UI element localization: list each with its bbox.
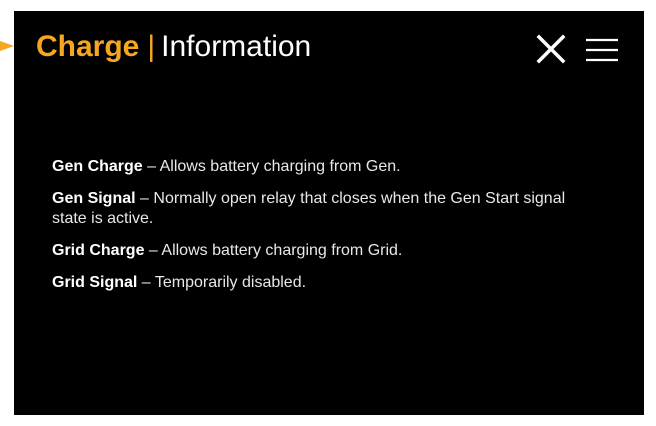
page-title: Charge | Information bbox=[36, 27, 311, 67]
definition-term: Gen Charge bbox=[52, 158, 143, 175]
title-accent: Charge bbox=[36, 30, 140, 63]
definition-description: Allows battery charging from Grid. bbox=[161, 242, 403, 259]
definition-item: Gen Signal – Normally open relay that cl… bbox=[52, 189, 572, 229]
information-panel: Charge | Information Gen Charge – Allows b… bbox=[14, 11, 644, 415]
title-rest: Information bbox=[161, 30, 312, 63]
definition-term: Grid Signal bbox=[52, 274, 138, 291]
title-separator: | bbox=[147, 30, 156, 63]
definition-dash: – bbox=[147, 158, 157, 175]
definition-item: Gen Charge – Allows battery charging fro… bbox=[52, 157, 572, 177]
hamburger-menu-icon bbox=[586, 38, 618, 62]
close-icon bbox=[536, 34, 566, 64]
definition-term: Grid Charge bbox=[52, 242, 145, 259]
definition-dash: – bbox=[148, 242, 158, 259]
menu-button[interactable] bbox=[584, 35, 620, 65]
definitions-list: Gen Charge – Allows battery charging fro… bbox=[52, 157, 572, 305]
definition-item: Grid Signal – Temporarily disabled. bbox=[52, 273, 572, 293]
triangle-arrow-icon bbox=[0, 41, 14, 51]
definition-item: Grid Charge – Allows battery charging fr… bbox=[52, 241, 572, 261]
definition-description: Allows battery charging from Gen. bbox=[159, 158, 401, 175]
close-button[interactable] bbox=[536, 34, 566, 64]
definition-term: Gen Signal bbox=[52, 190, 136, 207]
definition-description: Temporarily disabled. bbox=[154, 274, 307, 291]
definition-dash: – bbox=[141, 274, 151, 291]
definition-dash: – bbox=[140, 190, 149, 207]
